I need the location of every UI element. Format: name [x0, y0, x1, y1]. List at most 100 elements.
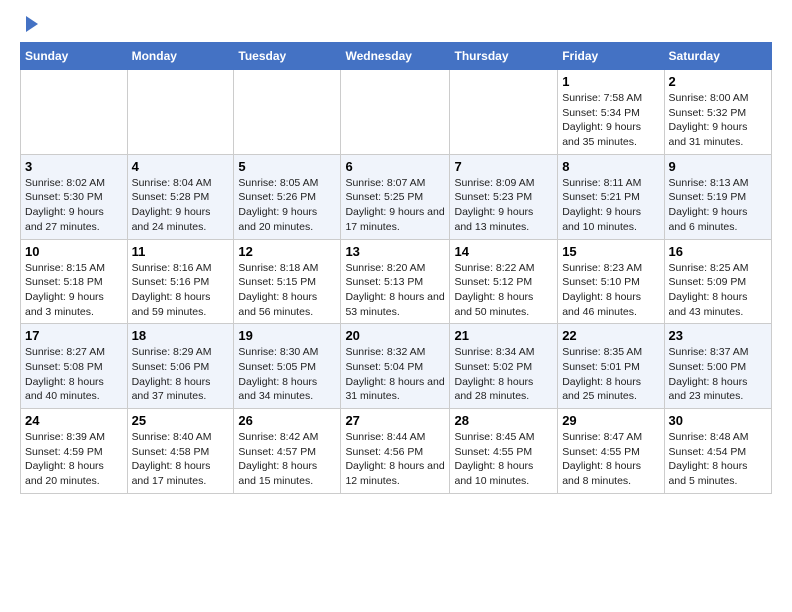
day-info: Sunrise: 8:07 AM Sunset: 5:25 PM Dayligh…: [345, 176, 445, 235]
calendar-cell: 19 Sunrise: 8:30 AM Sunset: 5:05 PM Dayli…: [234, 324, 341, 409]
header-friday: Friday: [558, 43, 664, 70]
day-number: 15: [562, 244, 659, 259]
calendar-week-row: 3 Sunrise: 8:02 AM Sunset: 5:30 PM Daylig…: [21, 154, 772, 239]
day-info: Sunrise: 8:40 AM Sunset: 4:58 PM Dayligh…: [132, 430, 230, 489]
day-info: Sunrise: 8:20 AM Sunset: 5:13 PM Dayligh…: [345, 261, 445, 320]
day-number: 18: [132, 328, 230, 343]
day-info: Sunrise: 8:37 AM Sunset: 5:00 PM Dayligh…: [669, 345, 767, 404]
day-info: Sunrise: 8:39 AM Sunset: 4:59 PM Dayligh…: [25, 430, 123, 489]
calendar-cell: [341, 70, 450, 155]
calendar-cell: 17 Sunrise: 8:27 AM Sunset: 5:08 PM Dayli…: [21, 324, 128, 409]
day-number: 8: [562, 159, 659, 174]
day-info: Sunrise: 8:04 AM Sunset: 5:28 PM Dayligh…: [132, 176, 230, 235]
day-info: Sunrise: 8:35 AM Sunset: 5:01 PM Dayligh…: [562, 345, 659, 404]
calendar-cell: 12 Sunrise: 8:18 AM Sunset: 5:15 PM Dayli…: [234, 239, 341, 324]
day-number: 7: [454, 159, 553, 174]
day-number: 17: [25, 328, 123, 343]
day-number: 25: [132, 413, 230, 428]
calendar-cell: [127, 70, 234, 155]
calendar-cell: 26 Sunrise: 8:42 AM Sunset: 4:57 PM Dayli…: [234, 409, 341, 494]
calendar-cell: 22 Sunrise: 8:35 AM Sunset: 5:01 PM Dayli…: [558, 324, 664, 409]
day-info: Sunrise: 8:29 AM Sunset: 5:06 PM Dayligh…: [132, 345, 230, 404]
calendar-cell: 25 Sunrise: 8:40 AM Sunset: 4:58 PM Dayli…: [127, 409, 234, 494]
day-info: Sunrise: 8:32 AM Sunset: 5:04 PM Dayligh…: [345, 345, 445, 404]
day-number: 26: [238, 413, 336, 428]
header-thursday: Thursday: [450, 43, 558, 70]
calendar-cell: 6 Sunrise: 8:07 AM Sunset: 5:25 PM Daylig…: [341, 154, 450, 239]
calendar-cell: 23 Sunrise: 8:37 AM Sunset: 5:00 PM Dayli…: [664, 324, 771, 409]
day-info: Sunrise: 8:15 AM Sunset: 5:18 PM Dayligh…: [25, 261, 123, 320]
calendar-cell: 11 Sunrise: 8:16 AM Sunset: 5:16 PM Dayli…: [127, 239, 234, 324]
day-info: Sunrise: 8:25 AM Sunset: 5:09 PM Dayligh…: [669, 261, 767, 320]
day-number: 30: [669, 413, 767, 428]
day-info: Sunrise: 8:18 AM Sunset: 5:15 PM Dayligh…: [238, 261, 336, 320]
day-info: Sunrise: 8:13 AM Sunset: 5:19 PM Dayligh…: [669, 176, 767, 235]
day-info: Sunrise: 8:11 AM Sunset: 5:21 PM Dayligh…: [562, 176, 659, 235]
calendar-cell: 9 Sunrise: 8:13 AM Sunset: 5:19 PM Daylig…: [664, 154, 771, 239]
header-wednesday: Wednesday: [341, 43, 450, 70]
day-number: 1: [562, 74, 659, 89]
day-info: Sunrise: 8:42 AM Sunset: 4:57 PM Dayligh…: [238, 430, 336, 489]
calendar-cell: 8 Sunrise: 8:11 AM Sunset: 5:21 PM Daylig…: [558, 154, 664, 239]
header-saturday: Saturday: [664, 43, 771, 70]
day-number: 13: [345, 244, 445, 259]
calendar-cell: 27 Sunrise: 8:44 AM Sunset: 4:56 PM Dayli…: [341, 409, 450, 494]
day-info: Sunrise: 8:23 AM Sunset: 5:10 PM Dayligh…: [562, 261, 659, 320]
day-info: Sunrise: 8:48 AM Sunset: 4:54 PM Dayligh…: [669, 430, 767, 489]
calendar-cell: 4 Sunrise: 8:04 AM Sunset: 5:28 PM Daylig…: [127, 154, 234, 239]
calendar-cell: [234, 70, 341, 155]
day-number: 24: [25, 413, 123, 428]
day-number: 2: [669, 74, 767, 89]
day-info: Sunrise: 8:27 AM Sunset: 5:08 PM Dayligh…: [25, 345, 123, 404]
calendar-week-row: 24 Sunrise: 8:39 AM Sunset: 4:59 PM Dayli…: [21, 409, 772, 494]
day-number: 28: [454, 413, 553, 428]
day-number: 29: [562, 413, 659, 428]
calendar-cell: 24 Sunrise: 8:39 AM Sunset: 4:59 PM Dayli…: [21, 409, 128, 494]
logo: [20, 20, 38, 32]
day-info: Sunrise: 8:44 AM Sunset: 4:56 PM Dayligh…: [345, 430, 445, 489]
day-number: 14: [454, 244, 553, 259]
day-number: 22: [562, 328, 659, 343]
day-number: 3: [25, 159, 123, 174]
calendar-cell: 21 Sunrise: 8:34 AM Sunset: 5:02 PM Dayli…: [450, 324, 558, 409]
day-number: 21: [454, 328, 553, 343]
day-info: Sunrise: 8:22 AM Sunset: 5:12 PM Dayligh…: [454, 261, 553, 320]
calendar-cell: 16 Sunrise: 8:25 AM Sunset: 5:09 PM Dayli…: [664, 239, 771, 324]
day-info: Sunrise: 8:16 AM Sunset: 5:16 PM Dayligh…: [132, 261, 230, 320]
day-number: 20: [345, 328, 445, 343]
day-info: Sunrise: 8:02 AM Sunset: 5:30 PM Dayligh…: [25, 176, 123, 235]
day-number: 11: [132, 244, 230, 259]
day-number: 16: [669, 244, 767, 259]
calendar-cell: 5Sunrise: 8:05 AM Sunset: 5:26 PM Daylig…: [234, 154, 341, 239]
day-number: 9: [669, 159, 767, 174]
day-number: 4: [132, 159, 230, 174]
calendar-cell: 2Sunrise: 8:00 AM Sunset: 5:32 PM Daylig…: [664, 70, 771, 155]
day-info: Sunrise: 8:45 AM Sunset: 4:55 PM Dayligh…: [454, 430, 553, 489]
calendar-cell: 3 Sunrise: 8:02 AM Sunset: 5:30 PM Daylig…: [21, 154, 128, 239]
calendar-header-row: SundayMondayTuesdayWednesdayThursdayFrid…: [21, 43, 772, 70]
day-number: 23: [669, 328, 767, 343]
day-info: Sunrise: 8:34 AM Sunset: 5:02 PM Dayligh…: [454, 345, 553, 404]
day-number: 27: [345, 413, 445, 428]
logo-arrow-icon: [26, 16, 38, 32]
calendar-cell: 18 Sunrise: 8:29 AM Sunset: 5:06 PM Dayli…: [127, 324, 234, 409]
calendar-cell: 20 Sunrise: 8:32 AM Sunset: 5:04 PM Dayli…: [341, 324, 450, 409]
calendar-cell: 1 Sunrise: 7:58 AM Sunset: 5:34 PM Daylig…: [558, 70, 664, 155]
day-number: 19: [238, 328, 336, 343]
day-info: Sunrise: 8:30 AM Sunset: 5:05 PM Dayligh…: [238, 345, 336, 404]
header-tuesday: Tuesday: [234, 43, 341, 70]
calendar-cell: [450, 70, 558, 155]
day-info: Sunrise: 7:58 AM Sunset: 5:34 PM Dayligh…: [562, 91, 659, 150]
calendar-cell: [21, 70, 128, 155]
header-sunday: Sunday: [21, 43, 128, 70]
calendar-cell: 7 Sunrise: 8:09 AM Sunset: 5:23 PM Daylig…: [450, 154, 558, 239]
calendar-cell: 15 Sunrise: 8:23 AM Sunset: 5:10 PM Dayli…: [558, 239, 664, 324]
day-number: 10: [25, 244, 123, 259]
day-number: 6: [345, 159, 445, 174]
calendar-table: SundayMondayTuesdayWednesdayThursdayFrid…: [20, 42, 772, 494]
day-info: Sunrise: 8:09 AM Sunset: 5:23 PM Dayligh…: [454, 176, 553, 235]
calendar-cell: 29Sunrise: 8:47 AM Sunset: 4:55 PM Dayli…: [558, 409, 664, 494]
calendar-cell: 14 Sunrise: 8:22 AM Sunset: 5:12 PM Dayli…: [450, 239, 558, 324]
day-number: 12: [238, 244, 336, 259]
calendar-cell: 28 Sunrise: 8:45 AM Sunset: 4:55 PM Dayli…: [450, 409, 558, 494]
